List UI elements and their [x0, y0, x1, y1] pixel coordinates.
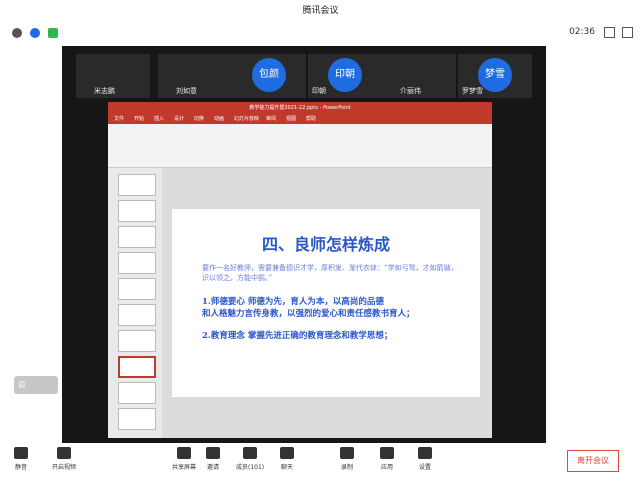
apps-icon: [380, 447, 394, 459]
tab-view[interactable]: 视图: [286, 115, 296, 122]
invite-label: 邀请: [206, 464, 219, 471]
mute-label: 静音: [14, 464, 27, 471]
share-label: 共享屏幕: [172, 464, 197, 471]
top-toolbar: 02:36: [0, 22, 641, 44]
participant-name: 印朝: [312, 87, 326, 95]
chat-icon: [280, 447, 294, 459]
slide-heading: 四、良师怎样炼成: [261, 235, 390, 254]
audio-status-chip: 调: [14, 376, 58, 394]
shield-icon[interactable]: [30, 28, 40, 38]
share-icon: [177, 447, 191, 459]
participant-name: 米志鹏: [94, 87, 115, 95]
slide-thumbnail[interactable]: [118, 330, 156, 352]
invite-button[interactable]: 邀请: [206, 447, 220, 471]
participant-tile[interactable]: 梦雪 罗梦雪: [458, 54, 532, 98]
participant-tile[interactable]: 米志鹏: [76, 54, 150, 98]
ppt-ribbon: [108, 124, 492, 168]
members-icon: [243, 447, 258, 459]
meeting-timer: 02:36: [569, 27, 595, 37]
chat-button[interactable]: 聊天: [280, 447, 294, 471]
avatar: 包颜: [252, 58, 286, 92]
avatar: 印朝: [328, 58, 362, 92]
participant-name: 介丽伟: [400, 87, 421, 95]
meeting-controls: 静音 开启视频 共享屏幕 邀请 成员(101) 聊天 录制 应用 设置 离开会议: [0, 443, 641, 486]
signal-icon[interactable]: [48, 28, 58, 38]
tab-file[interactable]: 文件: [114, 115, 124, 122]
fullscreen-icon[interactable]: [604, 27, 615, 38]
participant-tile[interactable]: 包颜: [232, 54, 306, 98]
members-label: 成员(101): [236, 464, 265, 471]
video-label: 开启视频: [52, 464, 77, 471]
participant-tile[interactable]: 介丽伟: [382, 54, 456, 98]
gear-icon: [418, 447, 432, 459]
tab-insert[interactable]: 插入: [154, 115, 164, 122]
participant-name: 罗梦雪: [462, 87, 483, 95]
leave-meeting-button[interactable]: 离开会议: [567, 450, 619, 472]
slide-thumbnail[interactable]: [118, 174, 156, 196]
chat-label: 聊天: [280, 464, 293, 471]
slide-thumbnails: [108, 168, 162, 438]
avatar: 梦雪: [478, 58, 512, 92]
participant-tile[interactable]: 刘如意: [158, 54, 232, 98]
mute-button[interactable]: 静音: [14, 447, 28, 471]
tab-slideshow[interactable]: 幻灯片放映: [234, 115, 259, 122]
slide-thumbnail[interactable]: [118, 252, 156, 274]
invite-icon: [206, 447, 220, 459]
tab-review[interactable]: 审阅: [266, 115, 276, 122]
ppt-window-title: 教学能力提升暨2021-22.pptx - PowerPoint: [108, 102, 492, 114]
layout-icon[interactable]: [622, 27, 633, 38]
slide-thumbnail[interactable]: [118, 226, 156, 248]
slide-point-2: 2.教育理念 掌握先进正确的教育理念和教学思想；: [202, 331, 393, 341]
apps-label: 应用: [380, 464, 393, 471]
slide-thumbnail[interactable]: [118, 382, 156, 404]
microphone-icon: [14, 447, 28, 459]
slide-thumbnail[interactable]: [118, 408, 156, 430]
share-screen-button[interactable]: 共享屏幕: [172, 447, 196, 471]
tab-help[interactable]: 帮助: [306, 115, 316, 122]
tab-design[interactable]: 设计: [174, 115, 184, 122]
slide-point-1a: 1.师德要心 师德为先，育人为本，以高尚的品德: [202, 297, 384, 307]
tab-transitions[interactable]: 切换: [194, 115, 204, 122]
record-label: 录制: [340, 464, 353, 471]
record-icon: [340, 447, 354, 459]
apps-button[interactable]: 应用: [380, 447, 394, 471]
settings-button[interactable]: 设置: [418, 447, 432, 471]
slide-thumbnail[interactable]: [118, 304, 156, 326]
video-button[interactable]: 开启视频: [52, 447, 76, 471]
slide-point-1b: 和人格魅力言传身教，以强烈的爱心和责任感教书育人；: [202, 309, 415, 319]
members-button[interactable]: 成员(101): [236, 447, 264, 471]
tab-home[interactable]: 开始: [134, 115, 144, 122]
info-icon[interactable]: [12, 28, 22, 38]
record-button[interactable]: 录制: [340, 447, 354, 471]
participant-tile[interactable]: 印朝 印朝: [308, 54, 382, 98]
participant-strip: 米志鹏 刘如意 包颜 印朝 印朝 介丽伟 梦雪 罗梦雪: [62, 46, 546, 100]
participant-name: 刘如意: [176, 87, 197, 95]
slide-paragraph: 要作一名好教师，需要兼备德识才学，厚积发、渐代衣钵：“学如弓弩，才如箭镞，识以领…: [202, 264, 458, 282]
camera-icon: [57, 447, 71, 459]
settings-label: 设置: [418, 464, 431, 471]
window-title: 腾讯会议: [302, 6, 339, 16]
tab-animations[interactable]: 动画: [214, 115, 224, 122]
meeting-window: 腾讯会议 02:36 米志鹏 刘如意 包颜 印朝 印朝 介丽伟 梦雪 罗梦雪 教…: [0, 0, 641, 486]
slide-thumbnail[interactable]: [118, 278, 156, 300]
ppt-ribbon-tabs: 文件 开始 插入 设计 切换 动画 幻灯片放映 审阅 视图 帮助: [108, 114, 492, 124]
slide-thumbnail-active[interactable]: [118, 356, 156, 378]
status-chip-label: 调: [18, 381, 25, 389]
current-slide[interactable]: 四、良师怎样炼成 要作一名好教师，需要兼备德识才学，厚积发、渐代衣钵：“学如弓弩…: [172, 209, 480, 397]
slide-thumbnail[interactable]: [118, 200, 156, 222]
